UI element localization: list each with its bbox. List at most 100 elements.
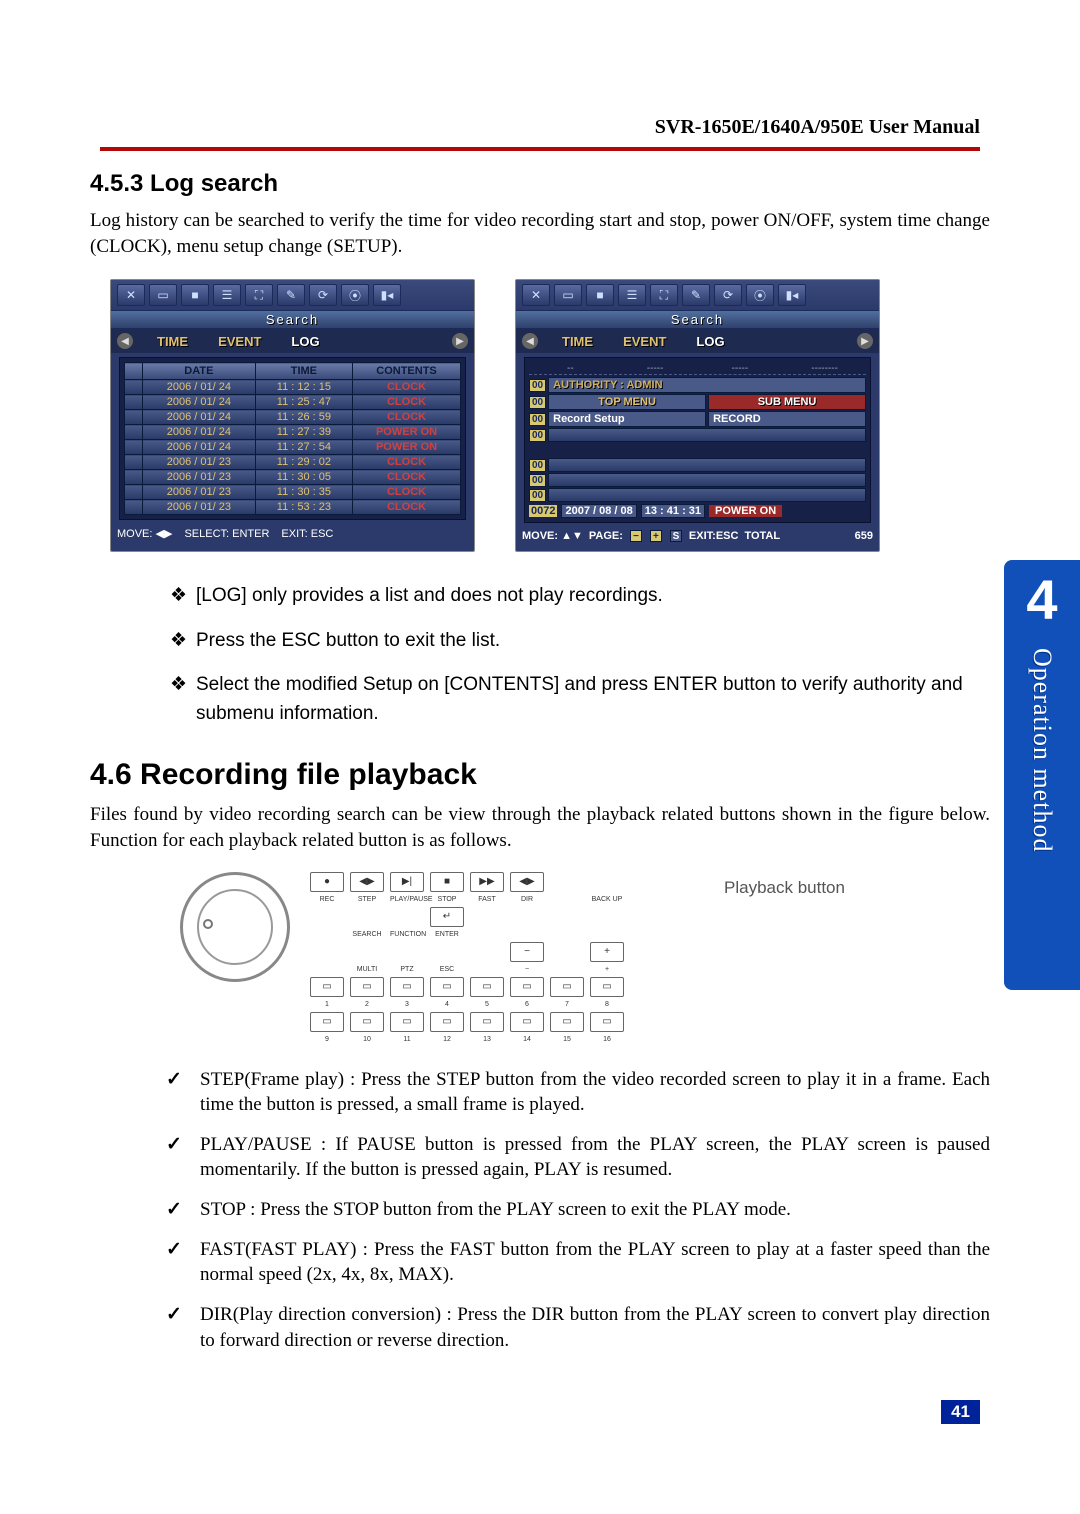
check-step: STEP(Frame play) : Press the STEP button…: [160, 1067, 990, 1118]
chapter-number: 4: [1026, 572, 1057, 628]
tab-time[interactable]: TIME: [556, 334, 599, 349]
heading-46: 4.6 Recording file playback: [90, 758, 990, 792]
toolbar-icon[interactable]: ✎: [277, 284, 305, 306]
toolbar-icon[interactable]: ■: [586, 284, 614, 306]
cell-date: 2006 / 01/ 24: [143, 425, 256, 440]
arrow-right-icon[interactable]: ▶: [452, 333, 468, 349]
log-row[interactable]: 2006 / 01/ 2311 : 53 : 23CLOCK: [125, 500, 461, 515]
log-row[interactable]: 2006 / 01/ 2311 : 29 : 02CLOCK: [125, 455, 461, 470]
toolbar-icon[interactable]: ⟳: [714, 284, 742, 306]
hw-button-label: [310, 931, 344, 938]
footer-select: SELECT: ENTER: [184, 528, 269, 540]
toolbar-icon[interactable]: ✕: [117, 284, 145, 306]
cell-contents: POWER ON: [353, 440, 461, 455]
hw-button[interactable]: ▭: [590, 977, 624, 997]
idx-box: 00: [529, 459, 546, 472]
jog-dial[interactable]: [180, 872, 290, 982]
page-number: 41: [941, 1400, 980, 1424]
hw-button-label: 3: [390, 1001, 424, 1008]
cell-date: 2006 / 01/ 23: [143, 500, 256, 515]
hw-button[interactable]: ▭: [510, 977, 544, 997]
footer-total-label: TOTAL: [744, 530, 780, 542]
idx-box: 00: [529, 474, 546, 487]
hw-button[interactable]: ▭: [430, 1012, 464, 1032]
toolbar-icon[interactable]: ▮◂: [373, 284, 401, 306]
log-row[interactable]: 2006 / 01/ 2311 : 30 : 35CLOCK: [125, 485, 461, 500]
hw-button[interactable]: ◀▶: [350, 872, 384, 892]
tab-log[interactable]: LOG: [285, 334, 325, 349]
hw-button[interactable]: ▭: [510, 1012, 544, 1032]
log-row[interactable]: 2006 / 01/ 2411 : 27 : 39POWER ON: [125, 425, 461, 440]
page-minus-button[interactable]: −: [630, 530, 642, 542]
hw-button[interactable]: ▭: [390, 1012, 424, 1032]
status-time: 13 : 41 : 31: [641, 504, 705, 518]
hw-button[interactable]: ▭: [550, 977, 584, 997]
hw-button-label: 16: [590, 1036, 624, 1043]
page-plus-button[interactable]: +: [650, 530, 662, 542]
hw-button-label: 14: [510, 1036, 544, 1043]
hw-button-label: [590, 931, 624, 938]
hw-button[interactable]: ▭: [310, 977, 344, 997]
toolbar-icon[interactable]: ▮◂: [778, 284, 806, 306]
arrow-left-icon[interactable]: ◀: [522, 333, 538, 349]
cell-date: 2006 / 01/ 23: [143, 455, 256, 470]
hw-button[interactable]: ■: [430, 872, 464, 892]
tab-event[interactable]: EVENT: [617, 334, 672, 349]
log-row[interactable]: 2006 / 01/ 2311 : 30 : 05CLOCK: [125, 470, 461, 485]
toolbar-icon[interactable]: ☰: [618, 284, 646, 306]
hw-button[interactable]: ◀▶: [510, 872, 544, 892]
hw-button-label: STEP: [350, 896, 384, 903]
cell-record: RECORD: [708, 411, 866, 427]
cell-time: 11 : 27 : 39: [255, 425, 352, 440]
panel-header-dashes: --------------------: [529, 362, 866, 376]
hw-button[interactable]: ▶▶: [470, 872, 504, 892]
toolbar-icon[interactable]: ⟳: [309, 284, 337, 306]
hw-button[interactable]: ▭: [550, 1012, 584, 1032]
toolbar-icon[interactable]: ■: [181, 284, 209, 306]
arrow-right-icon[interactable]: ▶: [857, 333, 873, 349]
tab-log[interactable]: LOG: [690, 334, 730, 349]
toolbar-icon[interactable]: ⦿: [746, 284, 774, 306]
hw-button-label: REC: [310, 896, 344, 903]
toolbar-icon[interactable]: ▭: [554, 284, 582, 306]
hw-button-label: FUNCTION: [390, 931, 424, 938]
hw-button[interactable]: ▭: [390, 977, 424, 997]
hw-button[interactable]: ▭: [470, 1012, 504, 1032]
hw-button[interactable]: ▭: [590, 1012, 624, 1032]
log-row[interactable]: 2006 / 01/ 2411 : 26 : 59CLOCK: [125, 410, 461, 425]
toolbar-icon[interactable]: ▭: [149, 284, 177, 306]
hw-button[interactable]: ●: [310, 872, 344, 892]
hw-button[interactable]: +: [590, 942, 624, 962]
page-s-button[interactable]: S: [670, 530, 682, 542]
cell-time: 11 : 12 : 15: [255, 380, 352, 395]
tab-time[interactable]: TIME: [151, 334, 194, 349]
hw-button[interactable]: ▭: [350, 1012, 384, 1032]
hw-button[interactable]: −: [510, 942, 544, 962]
cell-record-setup: Record Setup: [548, 411, 706, 427]
hw-button[interactable]: ▶|: [390, 872, 424, 892]
toolbar-icon[interactable]: ⛶: [650, 284, 678, 306]
th-time: TIME: [255, 363, 352, 380]
hw-button[interactable]: ▭: [470, 977, 504, 997]
hw-button[interactable]: ↵: [430, 907, 464, 927]
log-row[interactable]: 2006 / 01/ 2411 : 27 : 54POWER ON: [125, 440, 461, 455]
toolbar-icon[interactable]: ☰: [213, 284, 241, 306]
toolbar-icon[interactable]: ⦿: [341, 284, 369, 306]
cell-date: 2006 / 01/ 23: [143, 470, 256, 485]
bullet-contents-enter: Select the modified Setup on [CONTENTS] …: [170, 671, 990, 728]
playback-button-label: Playback button: [724, 878, 845, 898]
hw-button[interactable]: ▭: [310, 1012, 344, 1032]
hw-button[interactable]: ▭: [350, 977, 384, 997]
dvr-title-search: Search: [111, 310, 474, 329]
toolbar-icon[interactable]: ✎: [682, 284, 710, 306]
tab-event[interactable]: EVENT: [212, 334, 267, 349]
toolbar-icon[interactable]: ⛶: [245, 284, 273, 306]
footer-exit: EXIT:ESC: [689, 530, 739, 542]
log-row[interactable]: 2006 / 01/ 2411 : 25 : 47CLOCK: [125, 395, 461, 410]
footer-total-value: 659: [855, 530, 873, 542]
hw-button[interactable]: ▭: [430, 977, 464, 997]
log-row[interactable]: 2006 / 01/ 2411 : 12 : 15CLOCK: [125, 380, 461, 395]
arrow-left-icon[interactable]: ◀: [117, 333, 133, 349]
toolbar-icon[interactable]: ✕: [522, 284, 550, 306]
log-table: DATE TIME CONTENTS 2006 / 01/ 2411 : 12 …: [124, 362, 461, 515]
